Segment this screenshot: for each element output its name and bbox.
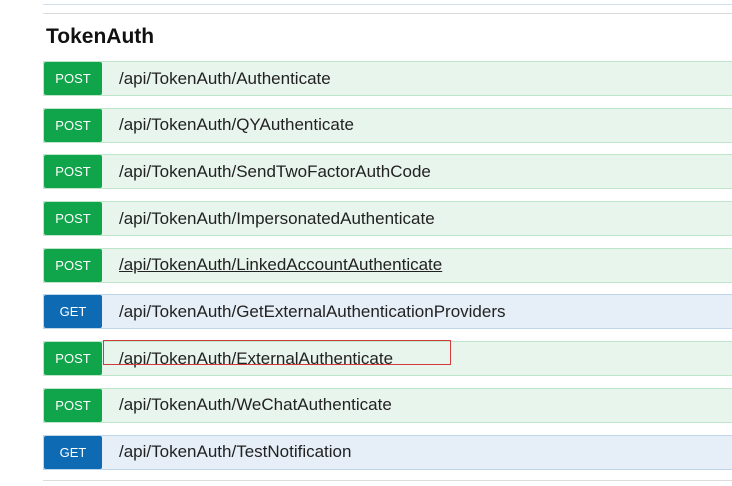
bottom-divider [43, 480, 732, 481]
operation-row-wechatauthenticate[interactable]: POST /api/TokenAuth/WeChatAuthenticate [43, 387, 732, 423]
section-title[interactable]: TokenAuth [46, 25, 154, 49]
operation-path[interactable]: /api/TokenAuth/WeChatAuthenticate [119, 395, 392, 415]
operation-row-impersonatedauthenticate[interactable]: POST /api/TokenAuth/ImpersonatedAuthenti… [43, 201, 732, 237]
operation-row-getexternalauthenticationproviders[interactable]: GET /api/TokenAuth/GetExternalAuthentica… [43, 294, 732, 330]
operation-path[interactable]: /api/TokenAuth/GetExternalAuthentication… [119, 302, 506, 322]
operation-row-testnotification[interactable]: GET /api/TokenAuth/TestNotification [43, 434, 732, 470]
operation-row-externalauthenticate[interactable]: POST /api/TokenAuth/ExternalAuthenticate [43, 341, 732, 377]
method-badge: POST [44, 342, 102, 376]
method-badge: POST [44, 155, 102, 189]
operation-path[interactable]: /api/TokenAuth/ExternalAuthenticate [119, 349, 393, 369]
operation-path[interactable]: /api/TokenAuth/ImpersonatedAuthenticate [119, 209, 435, 229]
method-badge: POST [44, 108, 102, 142]
method-badge: POST [44, 202, 102, 236]
operation-path-link[interactable]: /api/TokenAuth/LinkedAccountAuthenticate [119, 255, 442, 275]
section-divider [43, 13, 732, 14]
method-badge: GET [44, 435, 102, 469]
method-badge: POST [44, 388, 102, 422]
method-badge: GET [44, 295, 102, 329]
operation-row-qyauthenticate[interactable]: POST /api/TokenAuth/QYAuthenticate [43, 107, 732, 143]
method-badge: POST [44, 62, 102, 95]
operation-path[interactable]: /api/TokenAuth/Authenticate [119, 69, 331, 89]
previous-section-bottom [43, 0, 732, 5]
operation-path[interactable]: /api/TokenAuth/SendTwoFactorAuthCode [119, 162, 431, 182]
operations-list: POST /api/TokenAuth/Authenticate POST /a… [43, 61, 732, 481]
method-badge: POST [44, 248, 102, 282]
operation-row-authenticate[interactable]: POST /api/TokenAuth/Authenticate [43, 61, 732, 96]
operation-path[interactable]: /api/TokenAuth/QYAuthenticate [119, 115, 354, 135]
operation-path[interactable]: /api/TokenAuth/TestNotification [119, 442, 351, 462]
operation-row-linkedaccountauthenticate[interactable]: POST /api/TokenAuth/LinkedAccountAuthent… [43, 247, 732, 283]
operation-row-sendtwofactorauthcode[interactable]: POST /api/TokenAuth/SendTwoFactorAuthCod… [43, 154, 732, 190]
